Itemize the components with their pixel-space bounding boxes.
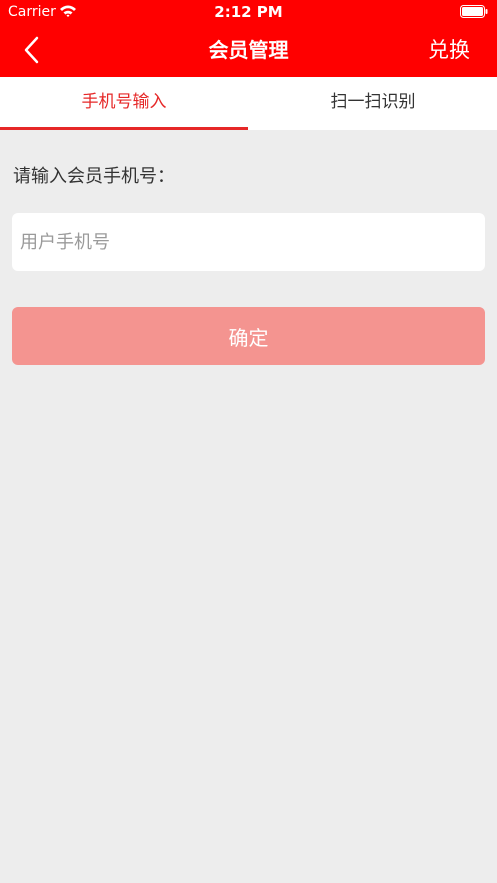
confirm-button[interactable]: 确定: [12, 307, 485, 365]
battery-icon: [460, 5, 488, 18]
phone-prompt-label: 请输入会员手机号：: [13, 166, 175, 187]
redeem-button[interactable]: 兑换: [428, 36, 470, 64]
tab-phone-input[interactable]: 手机号输入: [0, 77, 248, 130]
phone-number-input[interactable]: [12, 213, 485, 271]
status-bar: Carrier 2:12 PM: [0, 0, 497, 24]
active-tab-indicator: [0, 127, 248, 130]
tab-scan-recognize[interactable]: 扫一扫识别: [249, 77, 497, 130]
page-title: 会员管理: [208, 38, 289, 62]
tab-bar: 手机号输入 扫一扫识别: [0, 77, 497, 130]
nav-bar: 会员管理 兑换: [0, 24, 497, 77]
status-time: 2:12 PM: [214, 3, 283, 21]
